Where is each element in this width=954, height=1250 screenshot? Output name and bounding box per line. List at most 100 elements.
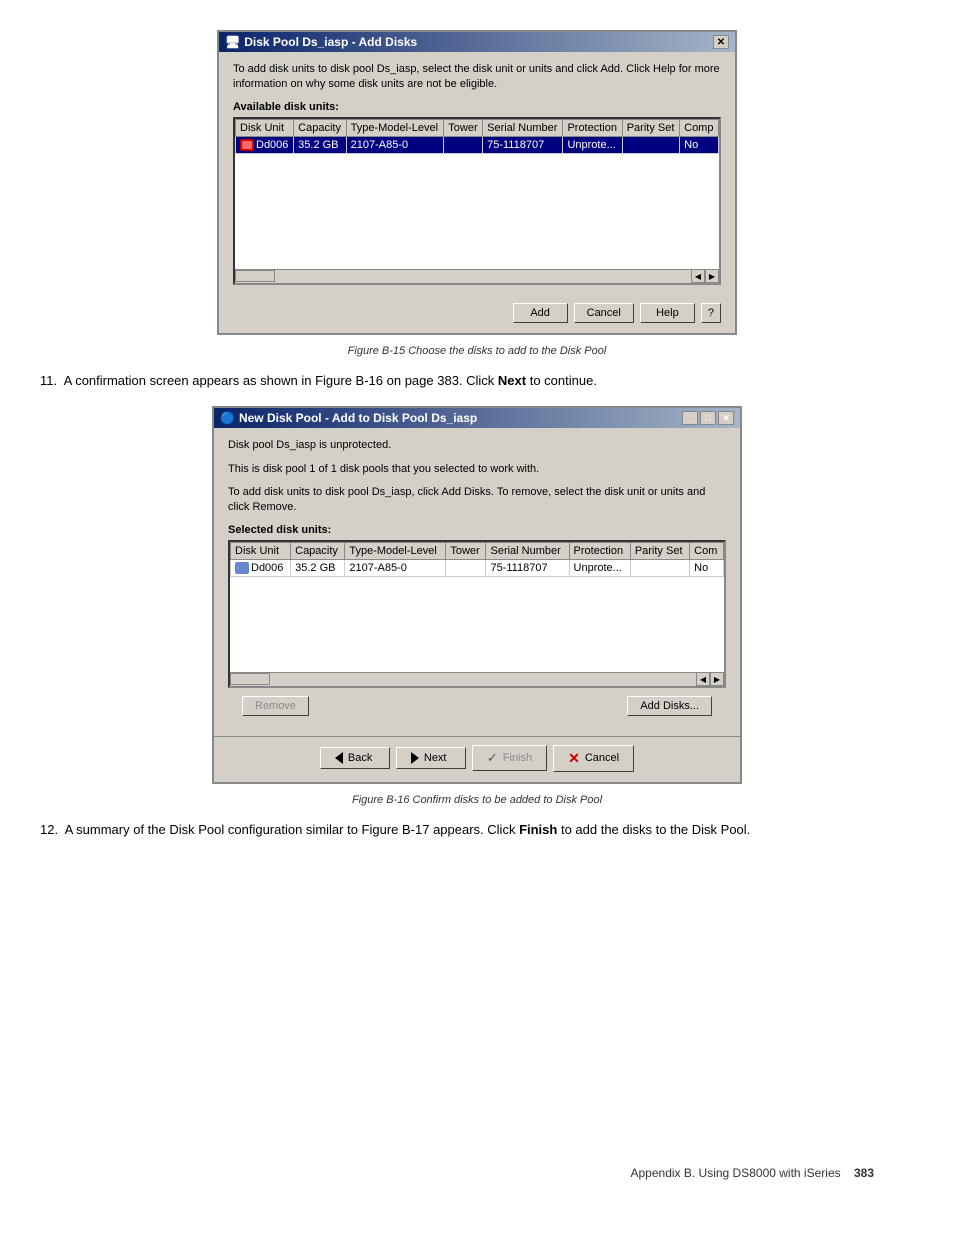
help-button[interactable]: Help	[640, 303, 695, 323]
cell-type: 2107-A85-0	[346, 136, 444, 153]
dialog1-close-button[interactable]: ✕	[713, 35, 729, 49]
hscroll2-left-arrow[interactable]: ◀	[696, 672, 710, 686]
cell2-tower	[446, 559, 486, 576]
step12-text: 12. A summary of the Disk Pool configura…	[40, 820, 914, 840]
dialog2-table-container: Disk Unit Capacity Type-Model-Level Towe…	[228, 540, 726, 688]
dialog1-container: 🖥 Disk Pool Ds_iasp - Add Disks ✕ To add…	[40, 30, 914, 335]
dialog2-line3: To add disk units to disk pool Ds_iasp, …	[228, 485, 726, 516]
dialog2-line1: Disk pool Ds_iasp is unprotected.	[228, 438, 726, 453]
footer-page-number: 383	[854, 1166, 874, 1180]
col2-disk-unit: Disk Unit	[231, 542, 291, 559]
question-button[interactable]: ?	[701, 303, 721, 323]
step12-number: 12.	[40, 822, 58, 837]
dialog2-close-button[interactable]: ✕	[718, 411, 734, 425]
cell-comp: No	[680, 136, 719, 153]
next-button[interactable]: Next	[396, 747, 466, 769]
dialog1-title-text: Disk Pool Ds_iasp - Add Disks	[244, 35, 417, 49]
dialog1-description: To add disk units to disk pool Ds_iasp, …	[233, 62, 721, 93]
cell-serial: 75-1118707	[483, 136, 563, 153]
next-label: Next	[424, 752, 447, 764]
hscroll2-right-arrow[interactable]: ▶	[710, 672, 724, 686]
dialog2: 🔵 New Disk Pool - Add to Disk Pool Ds_ia…	[212, 406, 742, 784]
cancel-button[interactable]: Cancel	[574, 303, 634, 323]
cell-tower	[444, 136, 483, 153]
footer-appendix: Appendix B. Using DS8000 with iSeries	[631, 1166, 841, 1180]
cell2-parity	[630, 559, 689, 576]
table-row[interactable]: Dd006 35.2 GB 2107-A85-0 75-1118707 Unpr…	[231, 559, 724, 576]
col2-type-model-level: Type-Model-Level	[345, 542, 446, 559]
finish-button[interactable]: ✓ Finish	[472, 745, 547, 771]
dialog1-section-label: Available disk units:	[233, 101, 721, 113]
dialog2-table: Disk Unit Capacity Type-Model-Level Towe…	[230, 542, 724, 577]
dialog2-section-label: Selected disk units:	[228, 524, 726, 536]
dialog1: 🖥 Disk Pool Ds_iasp - Add Disks ✕ To add…	[217, 30, 737, 335]
dialog2-title-text: New Disk Pool - Add to Disk Pool Ds_iasp	[239, 411, 477, 425]
dialog1-title-left: 🖥 Disk Pool Ds_iasp - Add Disks	[225, 35, 417, 49]
finish-check-icon: ✓	[487, 750, 498, 766]
finish-label: Finish	[503, 752, 532, 764]
col-disk-unit: Disk Unit	[236, 119, 294, 136]
next-arrow-icon	[411, 752, 419, 764]
dialog1-scroll-area[interactable]: Disk Unit Capacity Type-Model-Level Towe…	[235, 119, 719, 269]
col-comp: Comp	[680, 119, 719, 136]
dialog1-table-header: Disk Unit Capacity Type-Model-Level Towe…	[236, 119, 719, 136]
col2-capacity: Capacity	[291, 542, 345, 559]
dialog2-line2: This is disk pool 1 of 1 disk pools that…	[228, 462, 726, 477]
back-label: Back	[348, 752, 372, 764]
col-type-model-level: Type-Model-Level	[346, 119, 444, 136]
cancel-label: Cancel	[585, 752, 619, 764]
col2-serial-number: Serial Number	[486, 542, 569, 559]
cell-disk-unit: Dd006	[236, 136, 294, 153]
col-protection: Protection	[563, 119, 622, 136]
dialog2-maximize-button[interactable]: □	[700, 411, 716, 425]
cell-parity	[622, 136, 679, 153]
dialog1-title-icon: 🖥	[225, 35, 240, 49]
cell2-comp: No	[690, 559, 724, 576]
cell2-type: 2107-A85-0	[345, 559, 446, 576]
dialog2-title-left: 🔵 New Disk Pool - Add to Disk Pool Ds_ia…	[220, 411, 477, 425]
hscroll-left-arrow[interactable]: ◀	[691, 269, 705, 283]
col2-protection: Protection	[569, 542, 630, 559]
dialog2-scroll-area[interactable]: Disk Unit Capacity Type-Model-Level Towe…	[230, 542, 724, 672]
step12-text-part2: to add the disks to the Disk Pool.	[557, 822, 750, 837]
table-row[interactable]: Dd006 35.2 GB 2107-A85-0 75-1118707 Unpr…	[236, 136, 719, 153]
dialog2-minimize-button[interactable]: _	[682, 411, 698, 425]
back-button[interactable]: Back	[320, 747, 390, 769]
dialog2-titlebar: 🔵 New Disk Pool - Add to Disk Pool Ds_ia…	[214, 408, 740, 428]
cancel-x-icon: ✕	[568, 750, 580, 767]
step11-number: 11.	[40, 373, 57, 388]
cell-capacity: 35.2 GB	[294, 136, 346, 153]
figure1-caption: Figure B-15 Choose the disks to add to t…	[40, 345, 914, 357]
dialog1-hscrollbar[interactable]: ◀ ▶	[235, 269, 719, 283]
step11-bold: Next	[498, 373, 526, 388]
step12-text-part1: A summary of the Disk Pool configuration…	[65, 822, 519, 837]
cell2-protection: Unprote...	[569, 559, 630, 576]
disk-icon	[240, 139, 254, 151]
dialog1-table: Disk Unit Capacity Type-Model-Level Towe…	[235, 119, 719, 154]
hscroll-thumb[interactable]	[235, 270, 275, 282]
dialog1-titlebar: 🖥 Disk Pool Ds_iasp - Add Disks ✕	[219, 32, 735, 52]
cell2-disk-unit: Dd006	[231, 559, 291, 576]
col-capacity: Capacity	[294, 119, 346, 136]
add-button[interactable]: Add	[513, 303, 568, 323]
col-tower: Tower	[444, 119, 483, 136]
disk-icon-blue	[235, 562, 249, 574]
dialog2-body: Disk pool Ds_iasp is unprotected. This i…	[214, 428, 740, 736]
figure2-caption: Figure B-16 Confirm disks to be added to…	[40, 794, 914, 806]
wizard-cancel-button[interactable]: ✕ Cancel	[553, 745, 634, 772]
dialog1-table-body: Dd006 35.2 GB 2107-A85-0 75-1118707 Unpr…	[236, 136, 719, 153]
page-footer: Appendix B. Using DS8000 with iSeries 38…	[631, 1166, 875, 1180]
dialog1-footer: Add Cancel Help ?	[219, 295, 735, 333]
remove-button[interactable]: Remove	[242, 696, 309, 716]
hscroll-right-arrow[interactable]: ▶	[705, 269, 719, 283]
hscroll2-thumb[interactable]	[230, 673, 270, 685]
dialog2-hscrollbar[interactable]: ◀ ▶	[230, 672, 724, 686]
step11-text: 11. A confirmation screen appears as sho…	[40, 371, 914, 391]
add-disks-button[interactable]: Add Disks...	[627, 696, 712, 716]
dialog2-container: 🔵 New Disk Pool - Add to Disk Pool Ds_ia…	[40, 406, 914, 784]
col-parity-set: Parity Set	[622, 119, 679, 136]
dialog2-title-icon: 🔵	[220, 411, 235, 425]
col-serial-number: Serial Number	[483, 119, 563, 136]
col2-parity-set: Parity Set	[630, 542, 689, 559]
cell-protection: Unprote...	[563, 136, 622, 153]
